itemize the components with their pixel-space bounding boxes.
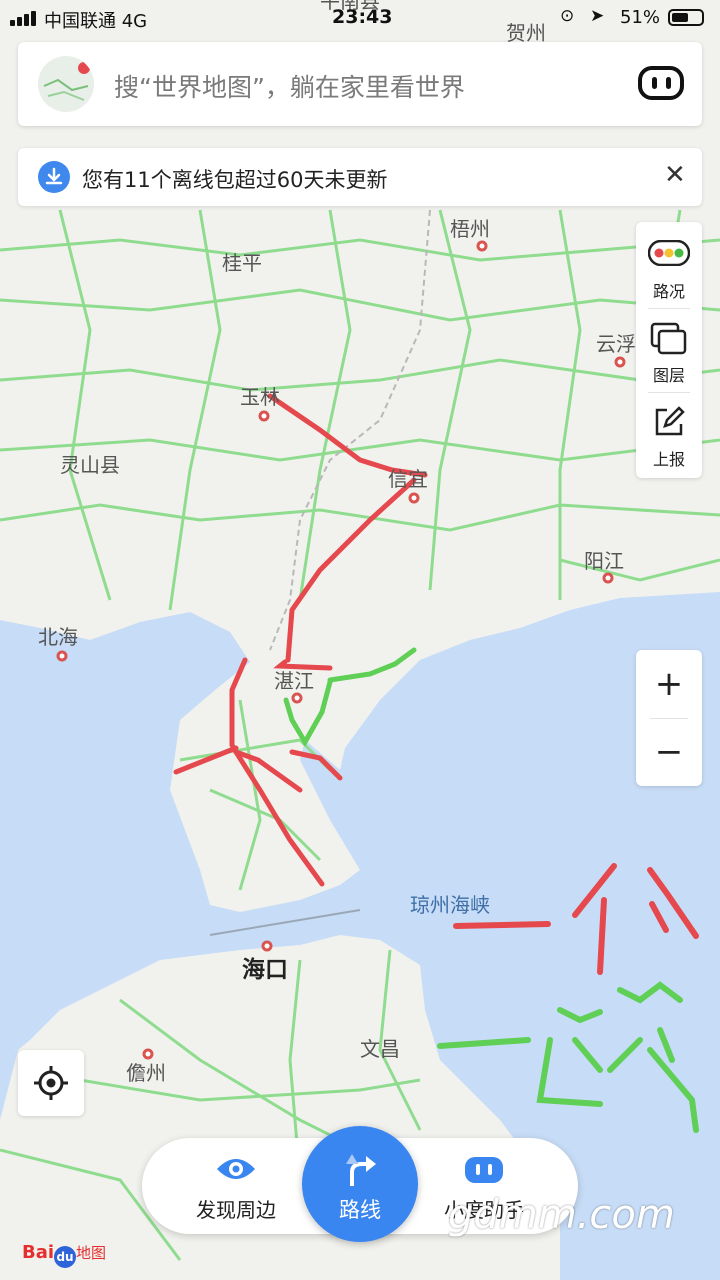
layers-icon <box>650 322 687 355</box>
notice-message: 您有11个离线包超过60天未更新 <box>82 168 388 192</box>
search-input[interactable]: 搜“世界地图”，躺在家里看世界 <box>114 68 465 104</box>
zoom-in-button[interactable]: + <box>636 650 702 718</box>
status-bar: 中国联通 4G 23:43 ⊙ ➤ 51% <box>0 0 720 36</box>
city-label-lingshan: 灵山县 <box>60 453 120 477</box>
layers-label: 图层 <box>652 366 685 385</box>
carrier-label: 中国联通 4G <box>44 11 148 32</box>
search-bar[interactable]: 搜“世界地图”，躺在家里看世界 <box>18 42 702 126</box>
city-label-yunfu: 云浮 <box>596 332 636 356</box>
city-label-zhanjiang: 湛江 <box>274 669 314 693</box>
traffic-button[interactable]: 路况 <box>636 226 702 310</box>
city-label-haikou: 海口 <box>242 956 288 983</box>
discover-nearby-button[interactable]: 发现周边 <box>166 1138 306 1234</box>
locate-button[interactable] <box>18 1050 84 1116</box>
city-label-guiping: 桂平 <box>222 251 262 275</box>
city-label-yangjiang: 阳江 <box>584 549 624 573</box>
baidu-map-logo: Bai du 地图 <box>22 1242 106 1268</box>
report-label: 上报 <box>652 450 685 469</box>
city-label-xinyi: 信宜 <box>388 467 428 491</box>
city-label-wuzhou: 梧州 <box>450 217 490 241</box>
discover-label: 发现周边 <box>196 1198 276 1222</box>
traffic-label: 路况 <box>652 282 685 301</box>
city-label-yulin: 玉林 <box>240 385 280 409</box>
traffic-light-icon <box>648 240 690 266</box>
watermark-text: gdmm.com <box>448 1192 675 1238</box>
strait-label: 琼州海峡 <box>410 893 490 917</box>
route-button[interactable]: 路线 <box>302 1126 418 1242</box>
eye-icon <box>217 1159 255 1179</box>
zoom-control: + − <box>636 650 702 786</box>
turn-arrow-icon <box>346 1154 376 1186</box>
offline-package-notice[interactable]: 您有11个离线包超过60天未更新 ✕ <box>18 148 702 206</box>
crosshair-icon <box>34 1066 68 1100</box>
zoom-out-button[interactable]: − <box>636 718 702 786</box>
avatar[interactable] <box>38 56 94 112</box>
signal-icon <box>10 10 40 26</box>
report-button[interactable]: 上报 <box>636 394 702 478</box>
voice-assistant-icon[interactable] <box>638 66 684 100</box>
battery-percent: 51% <box>620 7 661 28</box>
close-icon[interactable]: ✕ <box>664 160 686 190</box>
layers-button[interactable]: 图层 <box>636 310 702 394</box>
battery-icon <box>668 9 704 26</box>
city-label-beihai: 北海 <box>38 625 78 649</box>
assistant-icon <box>465 1157 503 1183</box>
download-icon <box>38 161 70 193</box>
route-label: 路线 <box>339 1198 381 1222</box>
location-arrow-icon: ➤ <box>590 6 605 26</box>
map-tools-panel: 路况 图层 上报 <box>636 222 702 478</box>
clock: 23:43 <box>332 6 393 28</box>
city-label-danzhou: 儋州 <box>126 1061 166 1085</box>
orientation-lock-icon: ⊙ <box>560 6 575 26</box>
city-label-wenchang: 文昌 <box>360 1037 400 1061</box>
edit-icon <box>655 406 685 436</box>
